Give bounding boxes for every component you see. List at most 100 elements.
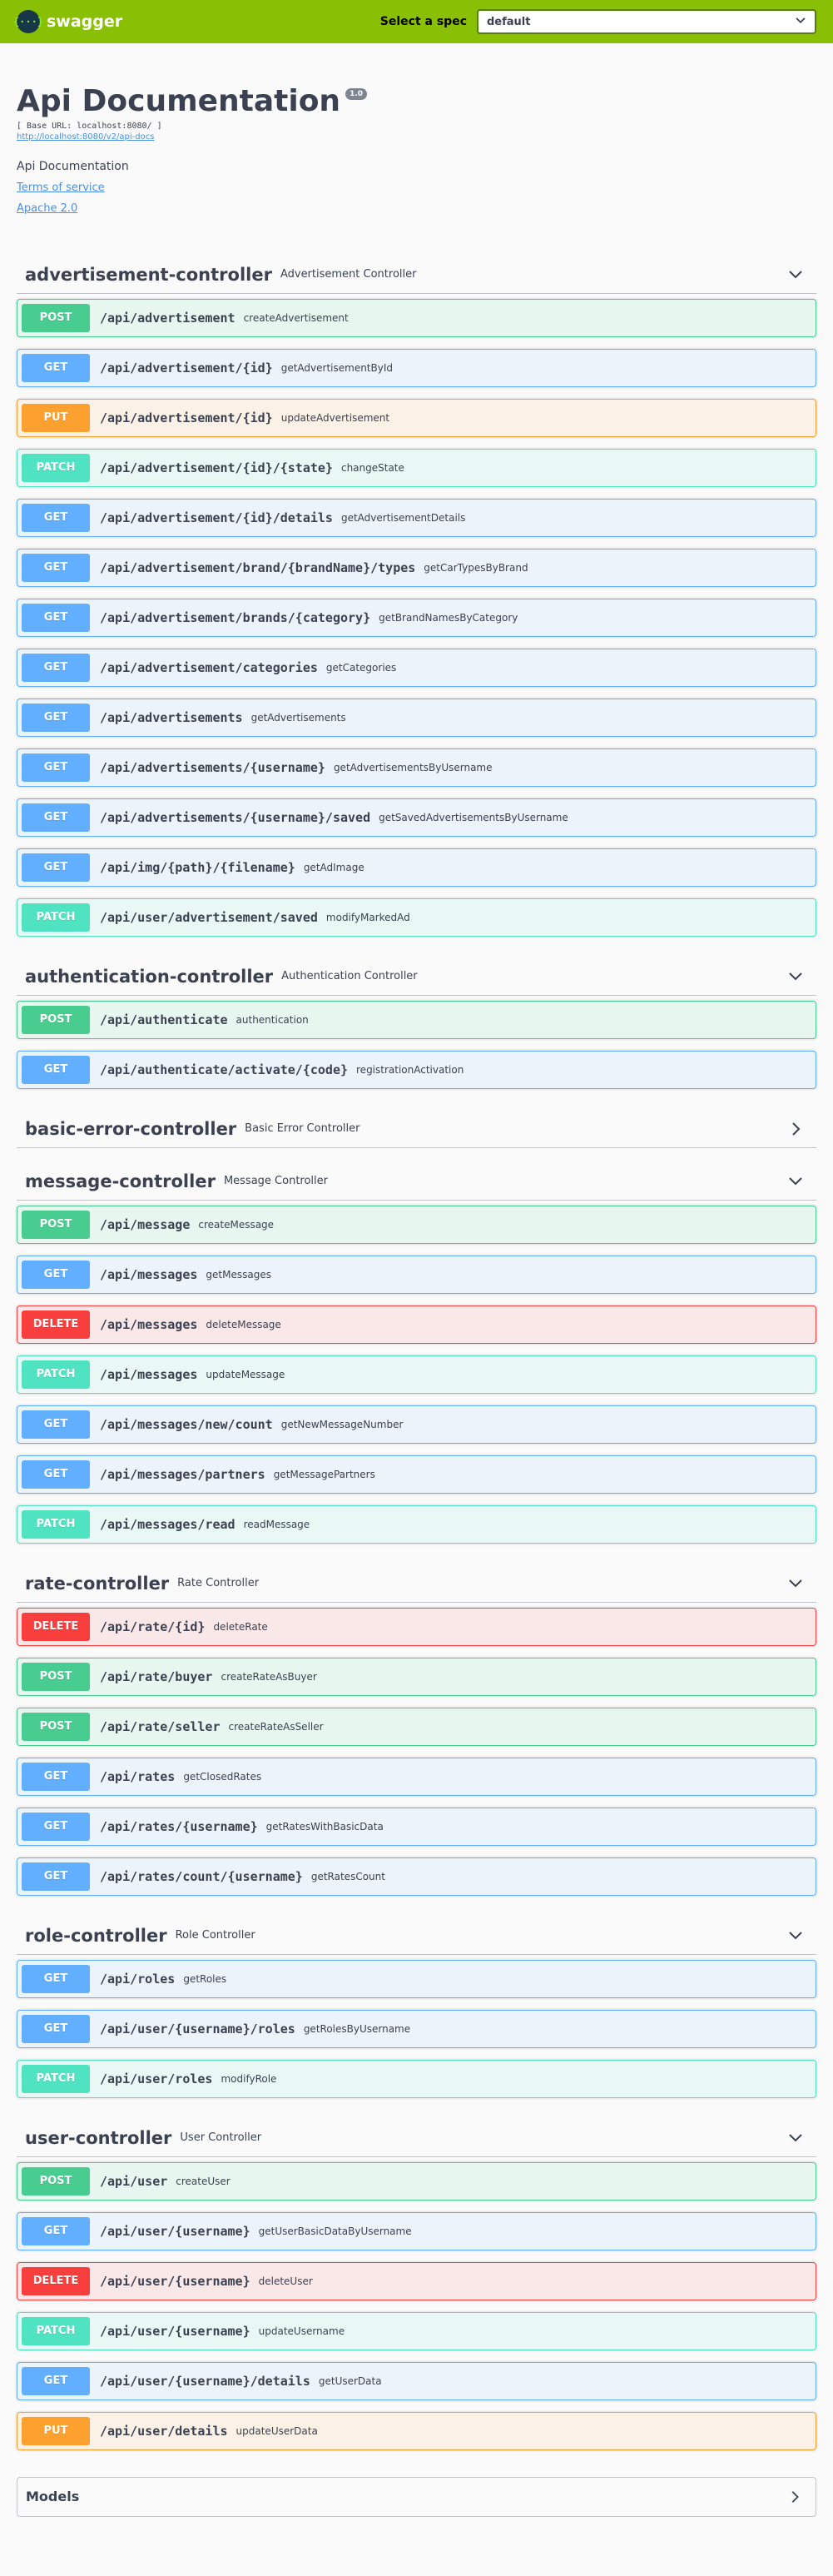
operation-row[interactable]: GET/api/user/{username}/details getUserDa… [17, 2361, 816, 2400]
models-section[interactable]: Models [17, 2476, 816, 2517]
operation-row[interactable]: PUT/api/user/details updateUserData [17, 2411, 816, 2450]
operation-summary: getAdvertisements [250, 711, 346, 724]
method-badge: GET [22, 2366, 90, 2395]
operation-row[interactable]: GET/api/advertisement/brands/{category} g… [17, 598, 816, 637]
operation-summary: updateUserData [236, 2424, 318, 2437]
operation-summary: readMessage [243, 1518, 310, 1530]
terms-of-service-link[interactable]: Terms of service [17, 182, 816, 194]
operation-summary: getCategories [325, 661, 397, 674]
operation-row[interactable]: GET/api/messages/partners getMessagePartn… [17, 1455, 816, 1494]
method-badge: GET [22, 503, 90, 532]
operation-row[interactable]: PUT/api/advertisement/{id} updateAdvertis… [17, 398, 816, 437]
operation-row[interactable]: POST/api/user createUser [17, 2161, 816, 2201]
operation-row[interactable]: GET/api/advertisement/categories getCateg… [17, 648, 816, 687]
operation-path: /api/roles [100, 1971, 176, 1987]
operation-path: /api/authenticate/activate/{code} [100, 1062, 349, 1077]
operation-summary: updateMessage [206, 1368, 285, 1380]
operation-row[interactable]: GET/api/messages getMessages [17, 1255, 816, 1294]
tag-header[interactable]: message-controller Message Controller [17, 1153, 816, 1201]
operation-row[interactable]: GET/api/advertisements/{username} getAdve… [17, 748, 816, 787]
operation-path: /api/advertisement/{id} [100, 410, 273, 425]
chevron-right-icon[interactable] [782, 2489, 807, 2504]
spec-select-value: default [487, 15, 531, 28]
tag-header[interactable]: rate-controller Rate Controller [17, 1555, 816, 1603]
chevron-down-icon[interactable] [783, 266, 808, 283]
spec-select[interactable]: default [477, 9, 816, 34]
operation-path: /api/user/{username}/details [100, 2373, 310, 2389]
operation-summary: getAdvertisementDetails [340, 511, 466, 524]
operation-row[interactable]: GET/api/advertisement/{id}/details getAdv… [17, 498, 816, 537]
operation-path: /api/user/roles [100, 2071, 213, 2086]
operation-row[interactable]: GET/api/rates getClosedRates [17, 1757, 816, 1796]
tag-section-basic-error-controller: basic-error-controller Basic Error Contro… [17, 1101, 816, 1148]
method-badge: GET [22, 603, 90, 632]
api-title: Api Documentation [17, 84, 341, 118]
operation-row[interactable]: PATCH/api/user/roles modifyRole [17, 2059, 816, 2098]
operation-row[interactable]: POST/api/rate/seller createRateAsSeller [17, 1707, 816, 1746]
operation-summary: getRolesByUsername [303, 2022, 411, 2035]
method-badge: PUT [22, 403, 90, 432]
operation-path: /api/messages/new/count [100, 1416, 273, 1432]
operation-row[interactable]: GET/api/rates/{username} getRatesWithBasi… [17, 1807, 816, 1846]
operation-row[interactable]: GET/api/advertisement/{id} getAdvertiseme… [17, 348, 816, 387]
operation-row[interactable]: PATCH/api/user/{username} updateUsername [17, 2311, 816, 2350]
operation-row[interactable]: GET/api/roles getRoles [17, 1959, 816, 1998]
operation-row[interactable]: POST/api/message createMessage [17, 1205, 816, 1244]
operation-row[interactable]: POST/api/authenticate authentication [17, 1000, 816, 1039]
tag-header[interactable]: basic-error-controller Basic Error Contro… [17, 1101, 816, 1148]
operation-row[interactable]: PATCH/api/advertisement/{id}/{state} chan… [17, 448, 816, 487]
chevron-down-icon[interactable] [783, 1927, 808, 1944]
operation-row[interactable]: GET/api/advertisement/brand/{brandName}/… [17, 548, 816, 587]
operation-row[interactable]: DELETE/api/rate/{id} deleteRate [17, 1607, 816, 1646]
api-docs-link[interactable]: http://localhost:8080/v2/api-docs [17, 132, 816, 142]
operation-row[interactable]: PATCH/api/user/advertisement/saved modify… [17, 898, 816, 937]
operation-path: /api/message [100, 1216, 191, 1232]
operation-path: /api/messages [100, 1366, 198, 1382]
operation-row[interactable]: POST/api/advertisement createAdvertisemen… [17, 298, 816, 337]
method-badge: GET [22, 803, 90, 832]
operation-path: /api/user/{username} [100, 2323, 250, 2339]
operation-row[interactable]: GET/api/messages/new/count getNewMessageN… [17, 1405, 816, 1444]
operation-row[interactable]: GET/api/rates/count/{username} getRatesCo… [17, 1857, 816, 1896]
method-badge: GET [22, 1812, 90, 1841]
operation-path: /api/rates/count/{username} [100, 1868, 303, 1884]
operation-row[interactable]: GET/api/advertisements getAdvertisements [17, 698, 816, 737]
operation-row[interactable]: PATCH/api/messages/read readMessage [17, 1504, 816, 1544]
operation-summary: modifyMarkedAd [325, 911, 410, 923]
operation-row[interactable]: DELETE/api/user/{username} deleteUser [17, 2261, 816, 2300]
operation-path: /api/rates/{username} [100, 1818, 258, 1834]
operation-summary: getSavedAdvertisementsByUsername [379, 811, 568, 823]
swagger-logo[interactable]: {···} swagger [13, 10, 122, 33]
operation-row[interactable]: DELETE/api/messages deleteMessage [17, 1305, 816, 1344]
chevron-down-icon[interactable] [783, 968, 808, 985]
method-badge: POST [22, 1712, 90, 1741]
operation-summary: getClosedRates [183, 1770, 262, 1783]
operation-row[interactable]: PATCH/api/messages updateMessage [17, 1355, 816, 1394]
tag-header[interactable]: advertisement-controller Advertisement Co… [17, 246, 816, 294]
tag-header[interactable]: user-controller User Controller [17, 2110, 816, 2157]
operation-row[interactable]: GET/api/authenticate/activate/{code} regi… [17, 1050, 816, 1089]
tag-description: Role Controller [175, 1929, 255, 1942]
operation-summary: getUserData [318, 2375, 382, 2387]
method-badge: PUT [22, 2416, 90, 2445]
operation-row[interactable]: GET/api/img/{path}/{filename} getAdImage [17, 848, 816, 887]
operation-summary: createRateAsBuyer [221, 1670, 317, 1683]
operation-row[interactable]: GET/api/advertisements/{username}/saved g… [17, 798, 816, 837]
chevron-down-icon[interactable] [783, 1173, 808, 1190]
chevron-down-icon[interactable] [783, 2130, 808, 2146]
operation-path: /api/messages/partners [100, 1466, 265, 1482]
chevron-down-icon[interactable] [783, 1575, 808, 1592]
operation-path: /api/advertisements/{username} [100, 759, 325, 775]
method-badge: GET [22, 703, 90, 732]
chevron-right-icon[interactable] [783, 1121, 808, 1137]
operation-path: /api/advertisement [100, 310, 236, 326]
operation-path: /api/advertisement/brand/{brandName}/typ… [100, 559, 416, 575]
operation-summary: authentication [236, 1013, 309, 1026]
operation-row[interactable]: POST/api/rate/buyer createRateAsBuyer [17, 1657, 816, 1696]
base-url: [ Base URL: localhost:8080/ ] [17, 121, 162, 131]
tag-header[interactable]: authentication-controller Authentication … [17, 948, 816, 996]
operation-row[interactable]: GET/api/user/{username} getUserBasicDataB… [17, 2211, 816, 2250]
operation-row[interactable]: GET/api/user/{username}/roles getRolesByU… [17, 2009, 816, 2048]
tag-header[interactable]: role-controller Role Controller [17, 1907, 816, 1955]
license-link[interactable]: Apache 2.0 [17, 202, 816, 215]
